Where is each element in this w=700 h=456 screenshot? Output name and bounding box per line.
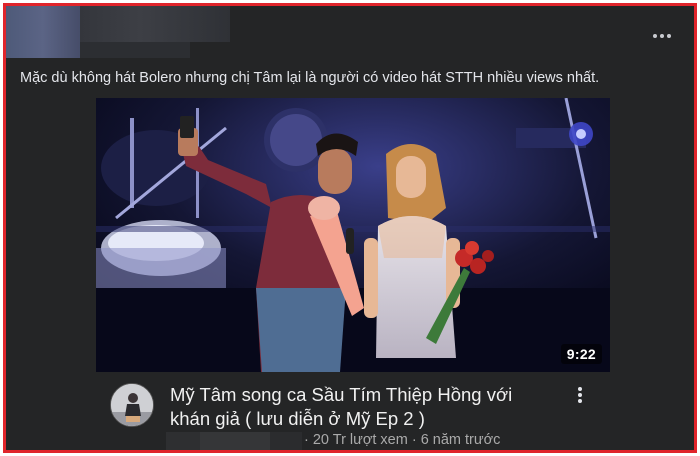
post-caption: Mặc dù không hát Bolero nhưng chị Tâm lạ… <box>20 70 600 86</box>
video-views-and-date: · 20 Tr lượt xem · 6 năm trước <box>304 432 501 448</box>
concert-scene-image <box>96 98 610 372</box>
more-vertical-icon-dot <box>578 393 582 397</box>
more-vertical-icon <box>578 387 582 391</box>
video-title[interactable]: Mỹ Tâm song ca Sầu Tím Thiệp Hồng với kh… <box>170 383 550 431</box>
more-vertical-icon-dot <box>578 399 582 403</box>
highlight-frame: Mặc dù không hát Bolero nhưng chị Tâm lạ… <box>3 3 697 453</box>
video-title-line-2: khán giả ( lưu diễn ở Mỹ Ep 2 ) <box>170 408 425 429</box>
video-meta-row: · 20 Tr lượt xem · 6 năm trước <box>166 430 566 450</box>
profile-name-blurred[interactable] <box>80 6 230 42</box>
channel-name-blurred[interactable] <box>166 432 302 450</box>
post-header <box>6 6 694 62</box>
video-thumbnail[interactable]: 9:22 <box>96 98 610 372</box>
video-title-line-1: Mỹ Tâm song ca Sầu Tím Thiệp Hồng với <box>170 384 513 405</box>
channel-avatar-image <box>111 384 153 426</box>
profile-avatar-blurred[interactable] <box>6 6 80 58</box>
channel-avatar[interactable] <box>110 383 154 427</box>
post-more-button[interactable] <box>650 22 674 46</box>
more-horizontal-icon <box>652 25 673 43</box>
video-more-button[interactable] <box>572 384 588 406</box>
video-duration-badge: 9:22 <box>560 344 602 364</box>
profile-meta-blurred <box>80 42 190 58</box>
